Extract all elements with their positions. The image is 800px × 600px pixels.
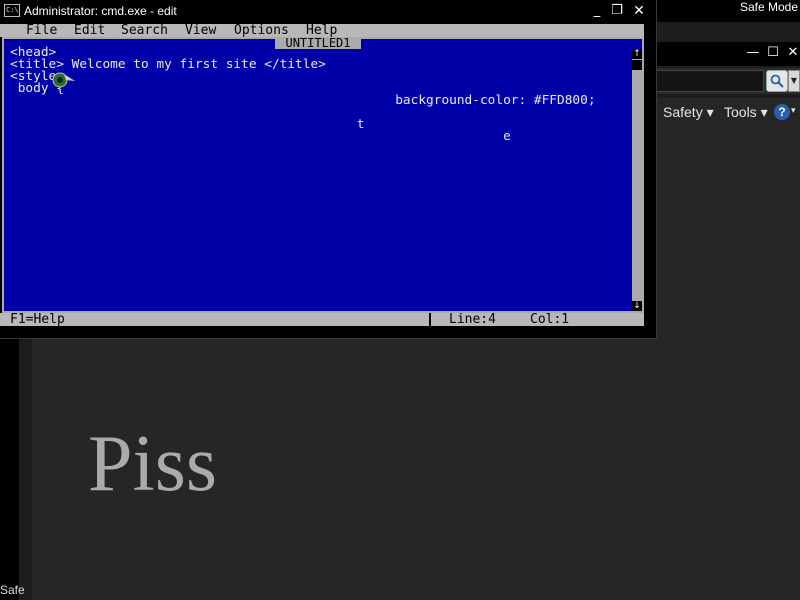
search-input[interactable] — [656, 70, 764, 92]
editor-line[interactable]: background-color: #FFD800; — [10, 94, 595, 107]
menu-file[interactable]: File — [26, 24, 57, 37]
cmd-minimize-button[interactable]: _ — [588, 3, 606, 19]
busy-cursor-icon — [52, 72, 75, 88]
safety-menu[interactable]: Safety ▾ — [663, 104, 714, 120]
editor-text-area[interactable]: <head> <title> Welcome to my first site … — [10, 46, 632, 309]
menu-view[interactable]: View — [185, 24, 216, 37]
search-options-dropdown[interactable]: ▼ — [788, 70, 800, 92]
left-edge-strip — [0, 338, 20, 600]
cmd-app-icon[interactable]: C:\ — [4, 4, 20, 17]
background-maximize-button[interactable]: ☐ — [765, 46, 781, 60]
scroll-down-arrow[interactable]: ↓ — [632, 301, 642, 311]
scrollbar-thumb[interactable] — [632, 60, 642, 70]
editor-vertical-scrollbar[interactable] — [632, 49, 642, 311]
status-column-number: Col:1 — [530, 312, 570, 327]
safe-mode-label: Safe Mode — [739, 0, 798, 14]
status-help-hint: F1=Help — [10, 312, 65, 327]
cmd-close-button[interactable]: ✕ — [630, 3, 648, 19]
status-line-number: Line:4 — [449, 312, 496, 327]
cmd-window-title: Administrator: cmd.exe - edit — [24, 4, 177, 18]
menu-search[interactable]: Search — [121, 24, 168, 37]
menu-edit[interactable]: Edit — [74, 24, 105, 37]
left-edge-divider — [19, 338, 21, 600]
background-close-button[interactable]: ✕ — [785, 46, 800, 60]
status-divider — [429, 313, 431, 326]
help-icon[interactable]: ? — [774, 104, 790, 120]
search-icon — [770, 74, 784, 88]
background-minimize-button[interactable]: — — [745, 46, 761, 60]
tools-menu[interactable]: Tools ▾ — [724, 104, 768, 120]
scroll-up-arrow[interactable]: ↑ — [632, 49, 642, 59]
cmd-restore-button[interactable]: ❐ — [608, 3, 626, 19]
menu-options[interactable]: Options — [234, 24, 289, 37]
help-dropdown-arrow[interactable]: ▾ — [791, 106, 796, 116]
page-heading: Piss — [88, 420, 217, 508]
search-button[interactable] — [766, 70, 788, 92]
editor-line[interactable]: e — [10, 130, 511, 143]
status-bar-text: Safe — [0, 583, 25, 597]
